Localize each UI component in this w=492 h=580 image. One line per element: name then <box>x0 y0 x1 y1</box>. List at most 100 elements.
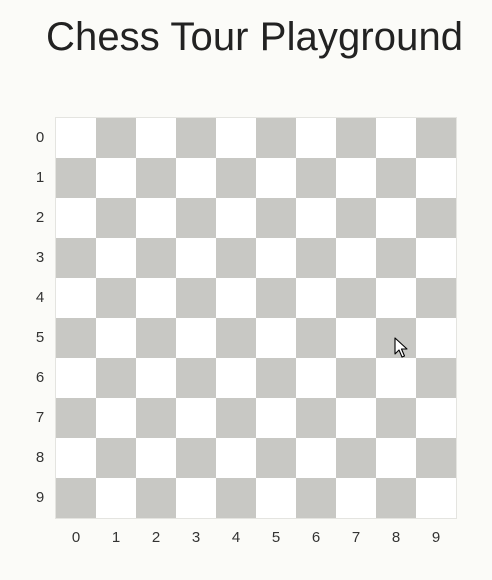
square-7-1[interactable] <box>96 398 136 438</box>
square-6-3[interactable] <box>176 358 216 398</box>
square-0-0[interactable] <box>56 118 96 158</box>
square-1-9[interactable] <box>416 158 456 198</box>
square-1-1[interactable] <box>96 158 136 198</box>
square-2-3[interactable] <box>176 198 216 238</box>
square-3-1[interactable] <box>96 238 136 278</box>
square-0-2[interactable] <box>136 118 176 158</box>
square-1-0[interactable] <box>56 158 96 198</box>
square-7-5[interactable] <box>256 398 296 438</box>
square-2-0[interactable] <box>56 198 96 238</box>
square-7-3[interactable] <box>176 398 216 438</box>
square-2-5[interactable] <box>256 198 296 238</box>
square-1-5[interactable] <box>256 158 296 198</box>
square-6-4[interactable] <box>216 358 256 398</box>
square-1-8[interactable] <box>376 158 416 198</box>
square-6-1[interactable] <box>96 358 136 398</box>
square-5-5[interactable] <box>256 318 296 358</box>
square-4-2[interactable] <box>136 278 176 318</box>
square-1-4[interactable] <box>216 158 256 198</box>
square-1-7[interactable] <box>336 158 376 198</box>
square-3-2[interactable] <box>136 238 176 278</box>
square-0-1[interactable] <box>96 118 136 158</box>
square-9-3[interactable] <box>176 478 216 518</box>
square-8-4[interactable] <box>216 438 256 478</box>
square-3-8[interactable] <box>376 238 416 278</box>
square-4-3[interactable] <box>176 278 216 318</box>
square-4-4[interactable] <box>216 278 256 318</box>
square-2-7[interactable] <box>336 198 376 238</box>
square-8-1[interactable] <box>96 438 136 478</box>
square-5-9[interactable] <box>416 318 456 358</box>
square-8-9[interactable] <box>416 438 456 478</box>
square-3-9[interactable] <box>416 238 456 278</box>
square-0-7[interactable] <box>336 118 376 158</box>
square-9-6[interactable] <box>296 478 336 518</box>
square-6-0[interactable] <box>56 358 96 398</box>
square-6-7[interactable] <box>336 358 376 398</box>
square-3-4[interactable] <box>216 238 256 278</box>
square-5-2[interactable] <box>136 318 176 358</box>
square-6-9[interactable] <box>416 358 456 398</box>
square-4-0[interactable] <box>56 278 96 318</box>
square-9-2[interactable] <box>136 478 176 518</box>
square-7-2[interactable] <box>136 398 176 438</box>
square-8-6[interactable] <box>296 438 336 478</box>
square-0-8[interactable] <box>376 118 416 158</box>
square-4-9[interactable] <box>416 278 456 318</box>
square-1-6[interactable] <box>296 158 336 198</box>
square-3-5[interactable] <box>256 238 296 278</box>
square-4-1[interactable] <box>96 278 136 318</box>
square-9-7[interactable] <box>336 478 376 518</box>
square-4-8[interactable] <box>376 278 416 318</box>
square-3-3[interactable] <box>176 238 216 278</box>
square-9-0[interactable] <box>56 478 96 518</box>
square-2-9[interactable] <box>416 198 456 238</box>
square-1-3[interactable] <box>176 158 216 198</box>
square-6-2[interactable] <box>136 358 176 398</box>
square-7-9[interactable] <box>416 398 456 438</box>
square-5-7[interactable] <box>336 318 376 358</box>
square-7-4[interactable] <box>216 398 256 438</box>
square-4-5[interactable] <box>256 278 296 318</box>
square-2-8[interactable] <box>376 198 416 238</box>
square-4-7[interactable] <box>336 278 376 318</box>
square-9-4[interactable] <box>216 478 256 518</box>
square-0-3[interactable] <box>176 118 216 158</box>
square-1-2[interactable] <box>136 158 176 198</box>
square-5-3[interactable] <box>176 318 216 358</box>
square-6-6[interactable] <box>296 358 336 398</box>
square-7-7[interactable] <box>336 398 376 438</box>
square-8-7[interactable] <box>336 438 376 478</box>
square-2-6[interactable] <box>296 198 336 238</box>
square-0-9[interactable] <box>416 118 456 158</box>
square-9-9[interactable] <box>416 478 456 518</box>
square-3-7[interactable] <box>336 238 376 278</box>
square-5-4[interactable] <box>216 318 256 358</box>
square-7-0[interactable] <box>56 398 96 438</box>
square-8-5[interactable] <box>256 438 296 478</box>
square-8-0[interactable] <box>56 438 96 478</box>
square-4-6[interactable] <box>296 278 336 318</box>
square-3-6[interactable] <box>296 238 336 278</box>
square-0-5[interactable] <box>256 118 296 158</box>
square-2-4[interactable] <box>216 198 256 238</box>
square-2-2[interactable] <box>136 198 176 238</box>
square-5-0[interactable] <box>56 318 96 358</box>
square-3-0[interactable] <box>56 238 96 278</box>
square-7-6[interactable] <box>296 398 336 438</box>
square-5-6[interactable] <box>296 318 336 358</box>
square-8-8[interactable] <box>376 438 416 478</box>
square-5-1[interactable] <box>96 318 136 358</box>
square-9-8[interactable] <box>376 478 416 518</box>
square-0-4[interactable] <box>216 118 256 158</box>
square-2-1[interactable] <box>96 198 136 238</box>
square-9-5[interactable] <box>256 478 296 518</box>
square-6-8[interactable] <box>376 358 416 398</box>
square-9-1[interactable] <box>96 478 136 518</box>
square-8-2[interactable] <box>136 438 176 478</box>
square-6-5[interactable] <box>256 358 296 398</box>
square-0-6[interactable] <box>296 118 336 158</box>
square-8-3[interactable] <box>176 438 216 478</box>
square-5-8[interactable] <box>376 318 416 358</box>
square-7-8[interactable] <box>376 398 416 438</box>
